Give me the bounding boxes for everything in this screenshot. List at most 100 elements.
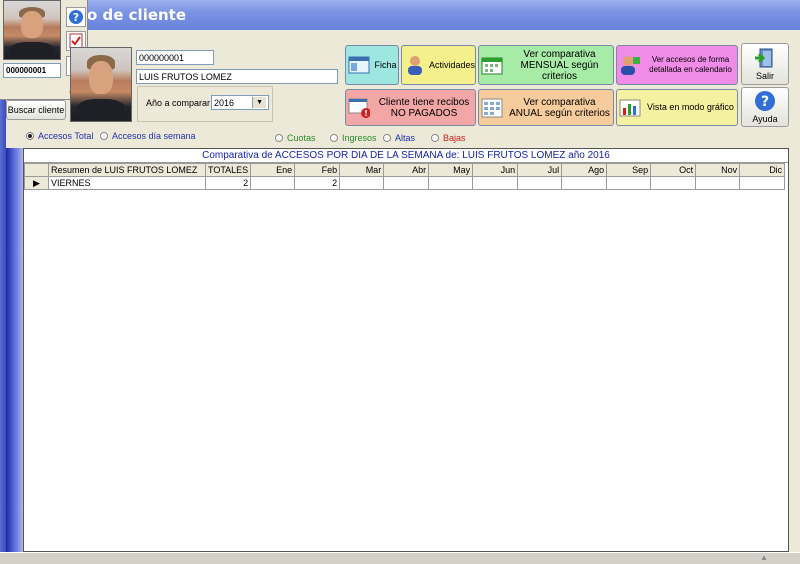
radio-label: Ingresos [342, 133, 377, 143]
column-header[interactable]: Oct [650, 163, 697, 177]
client-code-field[interactable]: 000000001 [136, 50, 214, 65]
svg-text:!: ! [364, 109, 368, 118]
radio-altas[interactable]: Altas [383, 133, 415, 143]
column-header[interactable]: Jul [517, 163, 563, 177]
help-icon[interactable]: ? [66, 7, 86, 27]
comparison-grid[interactable]: Comparativa de ACCESOS POR DIA DE LA SEM… [23, 148, 789, 552]
table-cell[interactable] [383, 176, 430, 190]
radio-bajas[interactable]: Bajas [431, 133, 466, 143]
ayuda-button[interactable]: ? Ayuda [741, 87, 789, 127]
search-client-label: Buscar cliente [7, 105, 65, 115]
radio-dot [431, 134, 439, 142]
calendar-icon [481, 55, 503, 75]
column-header[interactable]: Mar [339, 163, 385, 177]
row-selector-icon[interactable]: ▶ [24, 176, 49, 190]
popup-client-code: 000000001 [3, 63, 61, 78]
radio-label: Altas [395, 133, 416, 143]
salir-label: Salir [755, 71, 774, 81]
scroll-up-icon[interactable]: ▲ [760, 553, 768, 562]
grid-table: Resumen de LUIS FRUTOS LOMEZ TOTALES Ene… [24, 163, 786, 190]
unpaid-receipt-icon: ! [348, 98, 370, 118]
radio-label: Accesos Total [38, 131, 94, 141]
svg-text:?: ? [761, 94, 769, 110]
actividades-button[interactable]: Actividades [401, 45, 476, 85]
ficha-label: Ficha [374, 59, 397, 70]
table-cell[interactable]: 2 [204, 176, 252, 190]
table-cell[interactable] [739, 176, 786, 190]
client-photo-small [3, 0, 61, 60]
radio-dot [275, 134, 283, 142]
table-cell[interactable] [428, 176, 474, 190]
year-label: Año a comparar [146, 98, 211, 108]
radio-ingresos[interactable]: Ingresos [330, 133, 377, 143]
table-cell[interactable] [695, 176, 741, 190]
anual-button[interactable]: Ver comparativa ANUAL según criterios [478, 89, 614, 126]
table-cell[interactable] [250, 176, 296, 190]
svg-text:?: ? [73, 11, 79, 24]
status-bar: ▲ [0, 552, 800, 564]
table-cell[interactable] [339, 176, 385, 190]
chevron-down-icon: ▼ [252, 97, 266, 108]
radio-cuotas[interactable]: Cuotas [275, 133, 316, 143]
column-header[interactable]: Feb [294, 163, 341, 177]
table-cell[interactable]: VIERNES [48, 176, 206, 190]
table-cell[interactable] [606, 176, 652, 190]
anual-label: Ver comparativa ANUAL según criterios [509, 96, 610, 119]
column-header[interactable]: Resumen de LUIS FRUTOS LOMEZ [48, 163, 206, 177]
radio-accesos-dia-semana[interactable]: Accesos día semana [100, 131, 196, 141]
column-header[interactable]: Abr [383, 163, 430, 177]
column-header[interactable]: Ene [250, 163, 296, 177]
salir-button[interactable]: Salir [741, 43, 789, 85]
radio-accesos-total[interactable]: Accesos Total [26, 131, 93, 141]
calendario-label: Ver accesos de forma detallada en calend… [649, 55, 732, 74]
row-indicator-header [24, 163, 49, 177]
table-cell[interactable]: 2 [294, 176, 341, 190]
help-icon: ? [754, 90, 776, 114]
recibos-label: Cliente tiene recibos NO PAGADOS [378, 96, 470, 119]
column-header[interactable]: Jun [472, 163, 519, 177]
client-photo [70, 47, 132, 122]
table-cell[interactable] [517, 176, 563, 190]
grid-title: Comparativa de ACCESOS POR DIA DE LA SEM… [24, 149, 788, 163]
annual-calendar-icon [481, 98, 503, 118]
grafico-button[interactable]: Vista en modo gráfico [616, 89, 738, 126]
radio-label: Bajas [443, 133, 466, 143]
column-header[interactable]: Ago [561, 163, 608, 177]
grid-side-gradient [6, 148, 23, 552]
column-header[interactable]: Dic [739, 163, 786, 177]
calendario-button[interactable]: Ver accesos de forma detallada en calend… [616, 45, 738, 85]
mensual-label: Ver comparativa MENSUAL según criterios [520, 48, 599, 82]
table-cell[interactable] [472, 176, 519, 190]
radio-dot [330, 134, 338, 142]
grid-header-row: Resumen de LUIS FRUTOS LOMEZ TOTALES Ene… [24, 163, 786, 177]
table-row[interactable]: ▶ VIERNES 2 2 [24, 176, 786, 190]
radio-label: Cuotas [287, 133, 316, 143]
year-group: Año a comparar 2016 ▼ [137, 86, 273, 122]
radio-dot [100, 132, 108, 140]
person-icon [404, 55, 426, 75]
mensual-button[interactable]: Ver comparativa MENSUAL según criterios [478, 45, 614, 85]
column-header[interactable]: May [428, 163, 474, 177]
title-bar: o de cliente [0, 0, 800, 30]
grafico-label: Vista en modo gráfico [647, 102, 734, 112]
table-cell[interactable] [561, 176, 608, 190]
year-value: 2016 [214, 98, 235, 108]
ficha-button[interactable]: Ficha [345, 45, 399, 85]
recibos-button[interactable]: ! Cliente tiene recibos NO PAGADOS [345, 89, 476, 126]
column-header[interactable]: TOTALES [204, 163, 252, 177]
radio-label: Accesos día semana [112, 131, 196, 141]
year-select[interactable]: 2016 ▼ [211, 95, 269, 110]
ayuda-label: Ayuda [752, 114, 778, 124]
table-cell[interactable] [650, 176, 697, 190]
actividades-label: Actividades [428, 59, 476, 70]
radio-dot [383, 134, 391, 142]
search-client-button[interactable]: Buscar cliente [6, 100, 66, 120]
column-header[interactable]: Nov [695, 163, 741, 177]
column-header[interactable]: Sep [606, 163, 652, 177]
client-name-field[interactable]: LUIS FRUTOS LOMEZ [136, 69, 338, 84]
radio-dot [26, 132, 34, 140]
user-calendar-icon [619, 55, 641, 75]
form-icon [348, 55, 370, 75]
window-title: o de cliente [87, 6, 187, 24]
bar-chart-icon [619, 98, 641, 118]
